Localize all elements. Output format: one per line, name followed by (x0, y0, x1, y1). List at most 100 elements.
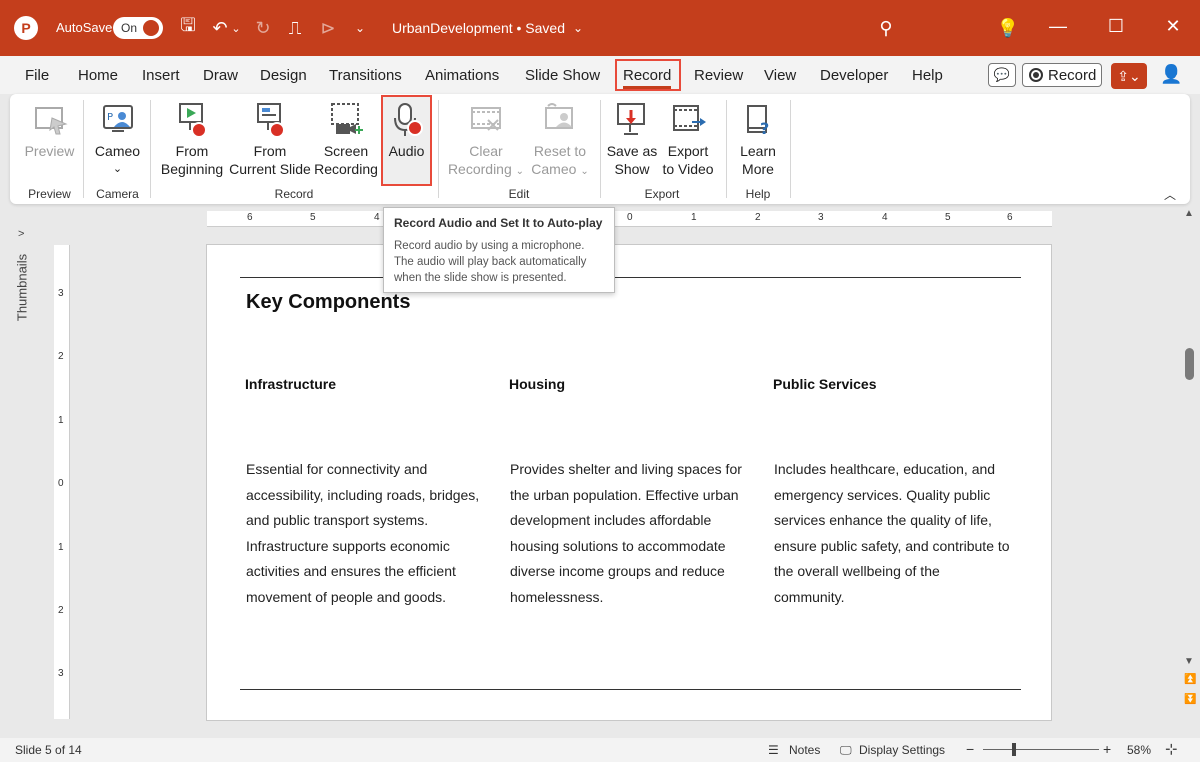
chevron-down-icon[interactable]: ⌄ (565, 15, 591, 41)
comments-button[interactable]: 💬 (988, 63, 1016, 87)
group-label-edit: Edit (508, 187, 530, 201)
autosave-toggle[interactable]: On (113, 17, 163, 39)
reset-to-cameo-label-2: Cameo (531, 161, 577, 177)
zoom-out-button[interactable]: − (966, 741, 974, 757)
tab-insert[interactable]: Insert (142, 67, 180, 84)
powerpoint-logo-icon: P (14, 16, 38, 40)
tab-animations[interactable]: Animations (425, 67, 499, 84)
scroll-down-icon[interactable]: ▼ (1184, 656, 1194, 667)
record-from-beginning-button[interactable]: From Beginning (158, 100, 226, 178)
tab-draw[interactable]: Draw (203, 67, 238, 84)
present-icon[interactable]: ⎍ (282, 15, 308, 41)
ruler-label: 1 (58, 415, 64, 426)
reset-to-cameo-button[interactable]: Reset to Cameo ⌄ (528, 100, 592, 181)
save-as-show-button[interactable]: Save as Show (606, 100, 658, 178)
cameo-dropdown-icon[interactable]: ⌄ (90, 160, 145, 178)
clear-recording-button[interactable]: Clear Recording ⌄ (446, 100, 526, 181)
export-to-video-button[interactable]: Export to Video (658, 100, 718, 178)
column-body-housing[interactable]: Provides shelter and living spaces for t… (510, 457, 750, 610)
column-title-infrastructure[interactable]: Infrastructure (245, 376, 336, 392)
export-to-video-label-2: to Video (662, 161, 714, 177)
tab-record[interactable]: Record (623, 67, 671, 84)
maximize-icon[interactable]: ☐ (1101, 16, 1131, 37)
vertical-scrollbar[interactable]: ▲ ▼ ⏫ ⏬ (1182, 206, 1196, 738)
tab-help[interactable]: Help (912, 67, 943, 84)
display-settings-icon[interactable]: 🖵 (840, 743, 852, 758)
tab-transitions[interactable]: Transitions (329, 67, 402, 84)
tooltip-body: Record audio by using a microphone. The … (394, 240, 587, 284)
status-bar: Slide 5 of 14 ☰ Notes 🖵 Display Settings… (0, 738, 1200, 762)
tab-review[interactable]: Review (694, 67, 743, 84)
customize-toolbar-icon[interactable]: ⌄ (347, 15, 373, 41)
tab-developer[interactable]: Developer (820, 67, 888, 84)
column-title-public-services[interactable]: Public Services (773, 376, 877, 392)
from-beginning-label-1: From (175, 143, 209, 159)
zoom-in-button[interactable]: + (1103, 741, 1111, 757)
record-from-current-slide-button[interactable]: From Current Slide (228, 100, 312, 178)
display-settings-button[interactable]: Display Settings (859, 743, 945, 757)
record-ribbon: Preview Preview P Cameo ⌄ Camera From Be… (10, 94, 1190, 204)
title-bar: P AutoSave On 🖫 ↶ ⌄ ↻ ⎍ ⊳ ⌄ UrbanDevelop… (0, 0, 1200, 56)
ruler-label: 2 (58, 605, 64, 616)
ruler-label: 3 (58, 668, 64, 679)
zoom-slider-knob[interactable] (1012, 743, 1016, 756)
from-current-label-2: Current Slide (229, 161, 311, 177)
ruler-label: 2 (755, 212, 761, 223)
expand-thumbnails-icon[interactable]: > (18, 228, 24, 240)
reset-to-cameo-icon (545, 103, 573, 129)
save-icon[interactable]: 🖫 (175, 15, 201, 41)
zoom-slider-track[interactable] (983, 749, 1099, 750)
from-current-slide-icon (257, 103, 285, 138)
collapse-ribbon-icon[interactable]: ︿ (1164, 186, 1176, 203)
screen-recording-button[interactable]: Screen Recording (312, 100, 380, 178)
chevron-down-icon: ⌄ (580, 166, 589, 177)
tab-view[interactable]: View (764, 67, 796, 84)
document-title[interactable]: UrbanDevelopment • Saved (392, 20, 565, 36)
fit-to-window-icon[interactable]: ⊹ (1165, 740, 1178, 758)
ruler-label: 1 (58, 542, 64, 553)
record-button-label: Record (1048, 66, 1097, 84)
share-button[interactable]: ⇪⌄ (1111, 63, 1147, 89)
column-body-public-services[interactable]: Includes healthcare, education, and emer… (774, 457, 1014, 610)
group-label-help: Help (745, 187, 771, 201)
thumbnails-label[interactable]: Thumbnails (15, 248, 30, 328)
learn-more-icon: ? (747, 105, 769, 138)
next-slide-icon[interactable]: ⏬ (1184, 694, 1196, 705)
column-title-housing[interactable]: Housing (509, 376, 565, 392)
lightbulb-icon[interactable]: 💡 (995, 15, 1021, 41)
tooltip-title: Record Audio and Set It to Auto-play (394, 216, 603, 230)
cameo-button[interactable]: P Cameo ⌄ (90, 100, 145, 178)
learn-more-button[interactable]: ? Learn More (734, 100, 782, 178)
zoom-level[interactable]: 58% (1127, 743, 1151, 757)
vertical-ruler: 3 2 1 0 1 2 3 (54, 245, 70, 719)
slide-heading[interactable]: Key Components (246, 291, 410, 314)
close-icon[interactable]: ✕ (1158, 16, 1188, 37)
audio-tooltip: Record Audio and Set It to Auto-play Rec… (383, 207, 615, 293)
tab-design[interactable]: Design (260, 67, 307, 84)
undo-dropdown-icon[interactable]: ⌄ (229, 15, 243, 41)
scrollbar-thumb[interactable] (1185, 348, 1194, 380)
horizontal-ruler: 6 5 4 0 1 2 3 4 5 6 (207, 211, 1052, 227)
previous-slide-icon[interactable]: ⏫ (1184, 674, 1196, 685)
minimize-icon[interactable]: — (1043, 16, 1073, 37)
chevron-down-icon: ⌄ (515, 166, 525, 177)
tab-home[interactable]: Home (78, 67, 118, 84)
search-icon[interactable]: ⚲ (873, 15, 899, 41)
svg-text:?: ? (760, 119, 769, 138)
tab-slide-show[interactable]: Slide Show (525, 67, 600, 84)
column-body-infrastructure[interactable]: Essential for connectivity and accessibi… (246, 457, 486, 610)
tab-file[interactable]: File (25, 67, 49, 84)
notes-icon[interactable]: ☰ (768, 743, 779, 757)
record-icon (1029, 68, 1043, 82)
scroll-up-icon[interactable]: ▲ (1184, 208, 1194, 219)
svg-text:P: P (107, 112, 113, 123)
slide-canvas[interactable]: Key Components Infrastructure Housing Pu… (206, 244, 1052, 721)
notes-button[interactable]: Notes (789, 743, 820, 757)
record-audio-button[interactable]: Audio (382, 100, 431, 160)
record-button[interactable]: Record (1022, 63, 1102, 87)
start-from-beginning-icon[interactable]: ⊳ (315, 15, 341, 41)
save-as-show-label-2: Show (614, 161, 650, 177)
coauthor-icon[interactable]: 👤 (1160, 64, 1182, 85)
redo-icon[interactable]: ↻ (250, 15, 276, 41)
preview-button[interactable]: Preview (22, 100, 77, 160)
